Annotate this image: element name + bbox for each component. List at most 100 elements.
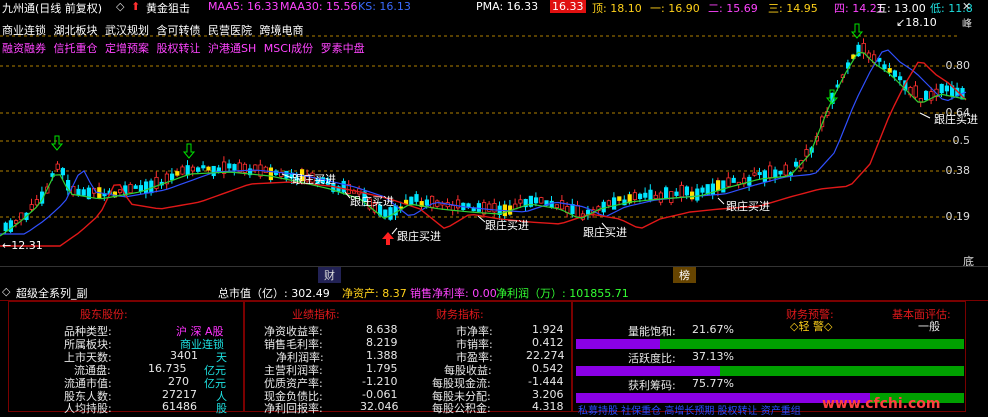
gauge-bar	[576, 366, 964, 376]
concept-tag[interactable]: 商业连锁	[2, 24, 46, 37]
gauge-label: 获利筹码:	[628, 379, 676, 392]
candle-body	[29, 204, 34, 210]
candle-body	[882, 64, 887, 70]
candle-body	[773, 169, 778, 179]
market-cap: 总市值（亿）: 302.49	[218, 287, 330, 300]
finance-header: 财务指标:	[436, 308, 484, 321]
maa30-label: MAA30: 15.56	[280, 0, 358, 13]
candle-body	[752, 172, 757, 176]
row-unit: 股	[216, 402, 227, 415]
candle-body	[549, 200, 554, 208]
candle-body	[492, 203, 497, 213]
concept-tag[interactable]: 定增预案	[105, 42, 149, 55]
candle-body	[762, 170, 768, 182]
candle-body	[892, 70, 898, 77]
san-label: 三: 14.95	[768, 2, 818, 15]
yi-label: 一: 16.90	[650, 2, 700, 15]
candle-body	[695, 188, 700, 201]
candle-body	[263, 166, 268, 174]
candle-body	[658, 192, 664, 203]
basic-value: 一般	[918, 320, 940, 333]
expand-icon[interactable]: ◇	[116, 0, 124, 13]
concept-tag[interactable]: 武汉规划	[105, 24, 149, 37]
stock-title[interactable]: 九州通(日线 前复权)	[2, 0, 102, 16]
indicator-name[interactable]: 黄金狙击	[146, 0, 190, 16]
candle-body	[3, 222, 8, 232]
candle-body	[731, 177, 736, 183]
concept-tag[interactable]: 跨境电商	[260, 24, 304, 37]
concept-tag[interactable]: 信托重仓	[54, 42, 98, 55]
candle-body	[898, 76, 903, 81]
concept-tag[interactable]: 罗素中盘	[321, 42, 365, 55]
candle-body	[383, 209, 388, 217]
concept-tag[interactable]: MSCI成份	[264, 42, 313, 55]
candle-body	[721, 180, 726, 193]
concept-line-1: 商业连锁 湖北板块 武汉规划 含可转债 民营医院 跨境电商	[2, 22, 308, 38]
concept-tag[interactable]: 股权转让	[157, 42, 201, 55]
low-price-marker: ←12.31	[2, 239, 43, 252]
financial-event-bar: 财 榜	[0, 266, 988, 283]
candle-body	[19, 212, 24, 221]
bang-marker[interactable]: 榜	[673, 267, 696, 283]
row-value: 270	[168, 375, 189, 388]
candle-body	[128, 183, 133, 194]
sub-panel-header: ◇ 超级全系列_副 总市值（亿）: 302.49 净资产: 8.37 销售净利率…	[0, 284, 988, 301]
concept-tag[interactable]: 湖北板块	[54, 24, 98, 37]
row-value: 1.924	[532, 323, 564, 336]
candle-body	[726, 177, 731, 187]
candle-body	[60, 168, 66, 176]
candle-body	[195, 167, 201, 172]
row-value: 3401	[170, 349, 198, 362]
concept-tag[interactable]: 沪港通SH	[208, 42, 256, 55]
candle-body	[284, 170, 289, 179]
ding-label: 顶: 18.10	[592, 2, 642, 15]
row-value: 0.542	[532, 362, 564, 375]
candle-body	[778, 170, 783, 175]
buy-signal-label: 跟庄买进	[934, 113, 978, 126]
candle-body	[534, 197, 539, 204]
concept-tag[interactable]: 融资融券	[2, 42, 46, 55]
sub-panel-title[interactable]: 超级全系列_副	[16, 285, 88, 301]
row-value: -1.444	[528, 375, 564, 388]
axis-label: 0.5	[952, 134, 971, 147]
candle-body	[939, 83, 944, 94]
concept-tag[interactable]: 民营医院	[208, 24, 252, 37]
gauge-value: 75.77%	[692, 377, 734, 390]
perf-header: 业绩指标:	[292, 308, 340, 321]
concept-line-2: 融资融券 信托重仓 定增预案 股权转让 沪港通SH MSCI成份 罗素中盘	[2, 40, 369, 56]
cai-marker[interactable]: 财	[318, 267, 341, 283]
buy-signal-label: 跟庄买进	[485, 219, 529, 232]
watermark: www.cfchi.com	[822, 396, 941, 412]
collapse-icon[interactable]: ◇	[2, 285, 10, 298]
axis-label: 0.38	[945, 164, 971, 177]
candle-body	[669, 191, 674, 203]
candle-body	[143, 181, 149, 194]
buy-signal-label: 跟庄买进	[350, 195, 394, 208]
concept-tag[interactable]: 含可转债	[157, 24, 201, 37]
candle-body	[429, 195, 435, 208]
candle-body	[554, 204, 560, 208]
wu-label: 五: 13.00	[876, 2, 926, 15]
pma-label: PMA: 16.33	[476, 0, 539, 13]
row-value: 8.219	[366, 336, 398, 349]
row-value: 22.274	[526, 349, 565, 362]
candle-body	[601, 201, 606, 213]
net-margin: 销售净利率: 0.00	[410, 287, 497, 300]
candle-body	[180, 166, 185, 175]
close-icon[interactable]: ✕	[962, 0, 971, 13]
candlesticks	[3, 38, 965, 234]
candle-body	[617, 196, 622, 201]
switch-icon[interactable]: ⬆	[131, 0, 140, 13]
row-value: 0.412	[532, 336, 564, 349]
candle-body	[804, 149, 809, 157]
er-label: 二: 15.69	[708, 2, 758, 15]
candle-body	[175, 171, 180, 176]
candle-body	[861, 43, 866, 54]
gauge-label: 量能饱和:	[628, 325, 676, 338]
candle-body	[518, 199, 523, 204]
buy-signal-label: 跟庄买进	[292, 173, 336, 186]
candle-body	[757, 172, 762, 176]
candle-body	[887, 68, 892, 73]
candle-body	[643, 192, 648, 198]
candle-body	[81, 189, 86, 196]
